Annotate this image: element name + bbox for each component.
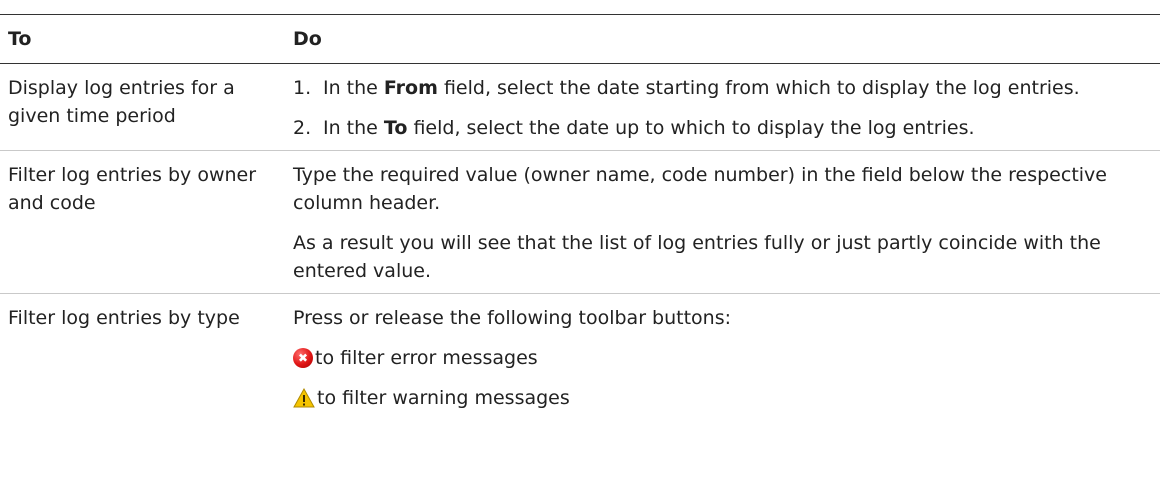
icon-item-text: to filter error messages bbox=[315, 347, 538, 369]
error-icon: ✖ bbox=[293, 348, 313, 368]
paragraph: Press or release the following toolbar b… bbox=[293, 307, 732, 329]
header-to: To bbox=[8, 28, 32, 50]
step-text-pre: In the bbox=[323, 77, 384, 99]
warning-icon bbox=[293, 388, 315, 408]
row-to-cell: Display log entries for a given time per… bbox=[8, 77, 235, 127]
step-number: 2. bbox=[293, 117, 312, 139]
icon-item-error: ✖ to filter error messages bbox=[293, 344, 1160, 372]
step-text-post: field, select the date up to which to di… bbox=[407, 117, 975, 139]
step-text-pre: In the bbox=[323, 117, 384, 139]
step-item: 1. In the From field, select the date sta… bbox=[293, 74, 1160, 102]
icon-item-warning: to filter warning messages bbox=[293, 384, 1160, 412]
header-do: Do bbox=[293, 28, 322, 50]
paragraph: As a result you will see that the list o… bbox=[293, 232, 1101, 282]
table-row: Filter log entries by owner and code Typ… bbox=[0, 151, 1160, 294]
row-do-cell: 1. In the From field, select the date sta… bbox=[293, 64, 1160, 151]
row-to-cell: Filter log entries by type bbox=[8, 307, 240, 329]
table-row: Filter log entries by type Press or rele… bbox=[0, 294, 1160, 421]
row-do-cell: Type the required value (owner name, cod… bbox=[293, 151, 1160, 294]
table-header-row: To Do bbox=[0, 14, 1160, 64]
table-row: Display log entries for a given time per… bbox=[0, 64, 1160, 151]
field-name-to: To bbox=[383, 117, 408, 139]
row-to-cell: Filter log entries by owner and code bbox=[8, 164, 257, 214]
field-name-from: From bbox=[383, 77, 438, 99]
paragraph: Type the required value (owner name, cod… bbox=[293, 164, 1107, 214]
icon-item-text: to filter warning messages bbox=[317, 387, 570, 409]
steps-list: 1. In the From field, select the date sta… bbox=[293, 74, 1160, 142]
row-do-cell: Press or release the following toolbar b… bbox=[293, 294, 1160, 421]
step-number: 1. bbox=[293, 77, 312, 99]
instructions-table: To Do Display log entries for a given ti… bbox=[0, 14, 1160, 420]
step-text-post: field, select the date starting from whi… bbox=[437, 77, 1080, 99]
step-item: 2. In the To field, select the date up to… bbox=[293, 114, 1160, 142]
